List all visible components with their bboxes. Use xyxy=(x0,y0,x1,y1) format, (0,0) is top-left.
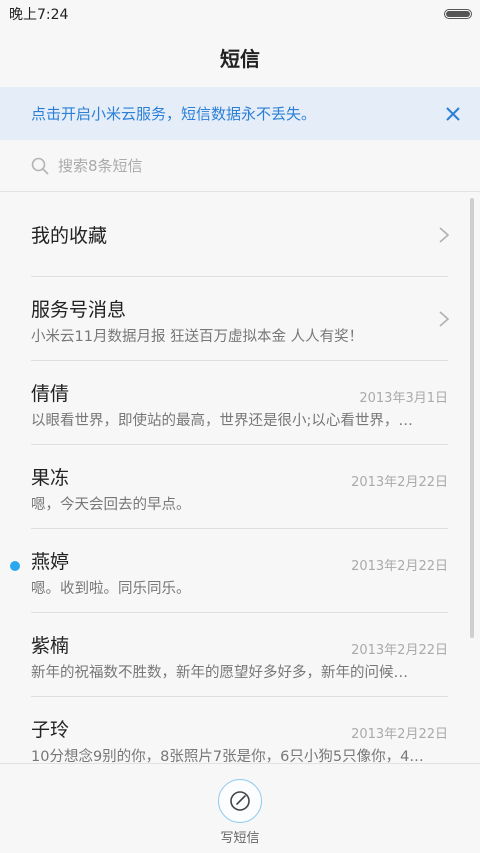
banner-text[interactable]: 点击开启小米云服务，短信数据永不丢失。 xyxy=(31,103,316,124)
conversation-preview: 小米云11月数据月报 狂送百万虚拟本金 人人有奖！ xyxy=(31,329,364,345)
list-item[interactable]: 紫楠 2013年2月22日 新年的祝福数不胜数，新年的愿望好多好多，新年的问候… xyxy=(31,613,448,697)
conversation-name: 果冻 xyxy=(31,467,70,489)
compose-label[interactable]: 写短信 xyxy=(0,827,480,846)
conversation-name: 燕婷 xyxy=(31,551,70,573)
title-bar: 短信 xyxy=(0,27,480,87)
cloud-service-banner[interactable]: 点击开启小米云服务，短信数据永不丢失。 xyxy=(0,87,480,140)
battery-icon xyxy=(444,8,472,19)
conversation-name: 紫楠 xyxy=(31,635,70,657)
search-input[interactable]: 搜索8条短信 xyxy=(58,155,143,176)
status-time: 晚上7:24 xyxy=(9,6,69,23)
status-bar: 晚上7:24 xyxy=(0,0,480,27)
compose-button[interactable] xyxy=(218,779,262,823)
search-bar[interactable]: 搜索8条短信 xyxy=(0,140,480,192)
conversation-preview: 新年的祝福数不胜数，新年的愿望好多好多，新年的问候… xyxy=(31,665,408,681)
conversation-date: 2013年2月22日 xyxy=(351,475,448,490)
conversation-preview: 嗯，今天会回去的早点。 xyxy=(31,497,191,513)
conversation-preview: 嗯。收到啦。同乐同乐。 xyxy=(31,581,191,597)
list-item[interactable]: 果冻 2013年2月22日 嗯，今天会回去的早点。 xyxy=(31,445,448,529)
conversation-date: 2013年2月22日 xyxy=(351,727,448,742)
list-item[interactable]: 子玲 2013年2月22日 10分想念9别的你，8张照片7张是你，6只小狗5只像… xyxy=(31,697,448,763)
conversation-name: 我的收藏 xyxy=(31,225,108,247)
list-scrollbar[interactable] xyxy=(470,198,474,638)
close-icon[interactable] xyxy=(442,103,464,125)
chevron-right-icon xyxy=(439,227,450,243)
list-item[interactable]: 燕婷 2013年2月22日 嗯。收到啦。同乐同乐。 xyxy=(10,529,448,613)
page-title: 短信 xyxy=(220,46,260,71)
conversation-date: 2013年3月1日 xyxy=(359,391,448,406)
conversation-date: 2013年2月22日 xyxy=(351,643,448,658)
list-item-service-messages[interactable]: 服务号消息 小米云11月数据月报 狂送百万虚拟本金 人人有奖！ xyxy=(31,277,450,361)
conversation-name: 服务号消息 xyxy=(31,299,127,321)
search-icon xyxy=(31,157,49,174)
conversation-name: 倩倩 xyxy=(31,383,70,405)
conversation-name: 子玲 xyxy=(31,719,70,741)
conversation-date: 2013年2月22日 xyxy=(351,559,448,574)
conversation-preview: 10分想念9别的你，8张照片7张是你，6只小狗5只像你，4… xyxy=(31,749,424,763)
sms-app-screen: 晚上7:24 短信 点击开启小米云服务，短信数据永不丢失。 搜索8条短信 我的收… xyxy=(0,0,480,853)
conversation-preview: 以眼看世界，即使站的最高，世界还是很小;以心看世界，… xyxy=(31,413,413,429)
chevron-right-icon xyxy=(439,311,450,327)
unread-dot-icon xyxy=(10,561,20,571)
conversation-list: 我的收藏 服务号消息 小米云11月数据月报 狂送百万虚拟本金 人人有奖！ 倩倩 … xyxy=(0,193,480,763)
bottom-bar: 写短信 xyxy=(0,763,480,853)
list-item[interactable]: 倩倩 2013年3月1日 以眼看世界，即使站的最高，世界还是很小;以心看世界，… xyxy=(31,361,448,445)
list-item-favorites[interactable]: 我的收藏 xyxy=(31,193,450,277)
compose-icon xyxy=(230,791,250,811)
